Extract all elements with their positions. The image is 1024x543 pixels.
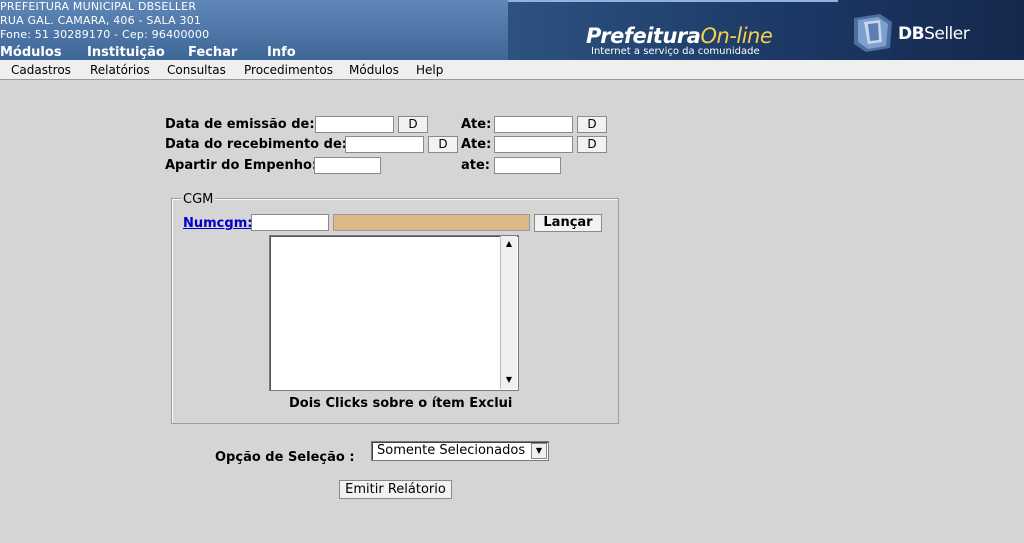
emissao-de-date-button[interactable]: D [398, 116, 428, 133]
opcao-label: Opção de Seleção : [215, 450, 355, 465]
recebimento-ate-label: Ate: [461, 137, 492, 152]
dbseller-logo-text: DBSeller [898, 24, 970, 44]
recebimento-de-date-button[interactable]: D [428, 136, 458, 153]
banner-top-stripe [508, 0, 838, 2]
lancar-button[interactable]: Lançar [534, 214, 602, 232]
topnav-info[interactable]: Info [267, 45, 296, 60]
emissao-ate-label: Ate: [461, 117, 492, 132]
menu-bar: Cadastros Relatórios Consultas Procedime… [0, 60, 1024, 80]
cgm-list-hint: Dois Clicks sobre o ítem Exclui [289, 396, 513, 411]
menu-relatorios[interactable]: Relatórios [90, 63, 150, 77]
numcgm-input[interactable] [251, 214, 329, 231]
opcao-selected-value: Somente Selecionados [377, 443, 526, 458]
menu-procedimentos[interactable]: Procedimentos [244, 63, 333, 77]
numcgm-link[interactable]: Numcgm: [183, 216, 252, 231]
topnav-modulos[interactable]: Módulos [0, 45, 62, 60]
emissao-ate-date-button[interactable]: D [577, 116, 607, 133]
cgm-legend: CGM [181, 192, 216, 207]
opcao-select[interactable]: Somente Selecionados ▼ [371, 441, 549, 461]
chevron-down-icon[interactable]: ▼ [531, 443, 547, 459]
logo-suffix: On-line [700, 24, 773, 48]
cgm-list-scrollbar[interactable]: ▲ ▼ [500, 236, 517, 389]
org-name: PREFEITURA MUNICIPAL DBSELLER [0, 0, 197, 13]
emissao-label: Data de emissão de: [165, 117, 315, 132]
brand-db: DB [898, 24, 925, 44]
menu-consultas[interactable]: Consultas [167, 63, 226, 77]
topnav-fechar[interactable]: Fechar [188, 45, 237, 60]
logo-prefix: Prefeitura [586, 24, 701, 48]
dbseller-logo-icon [854, 14, 892, 52]
scroll-up-icon[interactable]: ▲ [501, 237, 517, 251]
empenho-label: Apartir do Empenho: [165, 158, 318, 173]
menu-modulos[interactable]: Módulos [349, 63, 399, 77]
empenho-ate-input[interactable] [494, 157, 561, 174]
recebimento-de-input[interactable] [345, 136, 424, 153]
prefeitura-online-logo: PrefeituraOn-line [586, 24, 773, 48]
cgm-name-field [333, 214, 530, 231]
cgm-list[interactable] [269, 235, 519, 391]
emissao-de-input[interactable] [315, 116, 394, 133]
org-contact: Fone: 51 30289170 - Cep: 96400000 [0, 28, 210, 41]
emissao-ate-input[interactable] [494, 116, 573, 133]
empenho-de-input[interactable] [314, 157, 381, 174]
menu-help[interactable]: Help [416, 63, 443, 77]
recebimento-ate-input[interactable] [494, 136, 573, 153]
menu-cadastros[interactable]: Cadastros [11, 63, 71, 77]
logo-tagline: Internet a serviço da comunidade [591, 46, 760, 57]
org-address: RUA GAL. CAMARA, 406 - SALA 301 [0, 14, 202, 27]
empenho-ate-label: ate: [461, 158, 491, 173]
recebimento-ate-date-button[interactable]: D [577, 136, 607, 153]
emitir-relatorio-button[interactable]: Emitir Relátorio [339, 480, 452, 499]
recebimento-label: Data do recebimento de: [165, 137, 347, 152]
scroll-down-icon[interactable]: ▼ [501, 373, 517, 387]
topnav-instituicao[interactable]: Instituição [87, 45, 165, 60]
brand-seller: Seller [924, 24, 970, 44]
